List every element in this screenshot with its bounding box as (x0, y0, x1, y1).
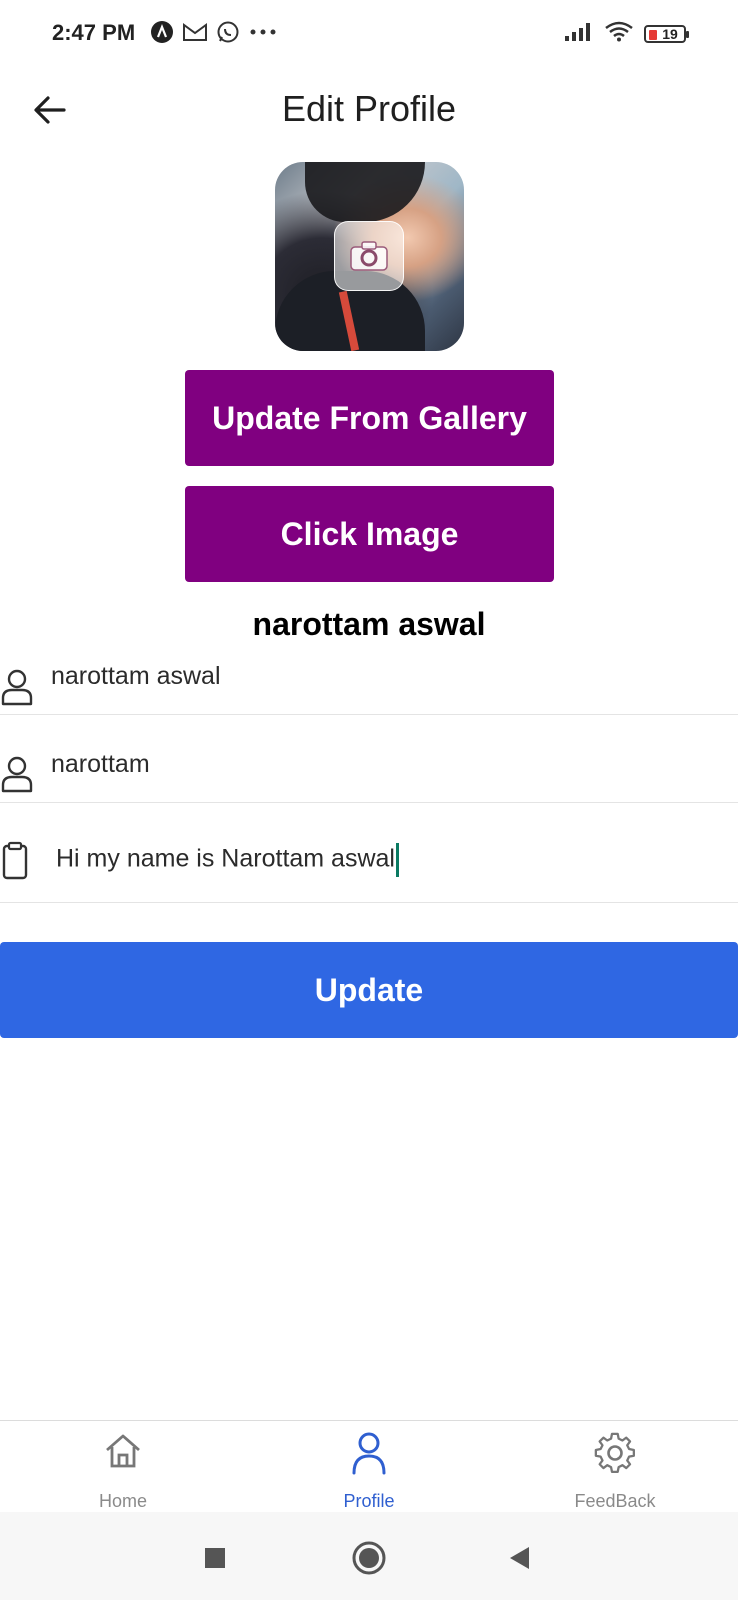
nav-item-home[interactable]: Home (0, 1421, 246, 1513)
profile-display-name: narottam aswal (252, 606, 486, 642)
bio-value-wrapper: Hi my name is Narottam aswal (56, 843, 399, 877)
username-field[interactable]: narottam (0, 715, 738, 803)
user-icon (0, 755, 34, 798)
update-from-gallery-button[interactable]: Update From Gallery (185, 370, 554, 466)
user-icon (0, 668, 34, 711)
gmail-icon (182, 21, 208, 48)
more-dots-icon (248, 20, 278, 49)
circle-icon (352, 1541, 386, 1575)
triangle-back-icon (510, 1547, 529, 1569)
gear-icon (492, 1431, 738, 1475)
nav-label-feedback: FeedBack (574, 1491, 656, 1511)
square-icon (205, 1548, 225, 1568)
status-time: 2:47 PM (52, 20, 136, 45)
system-navigation-bar (0, 1512, 738, 1600)
home-system-button[interactable] (349, 1538, 389, 1578)
bottom-navigation: Home Profile FeedBack (0, 1420, 738, 1513)
profile-avatar[interactable] (275, 162, 464, 351)
camera-icon (350, 241, 388, 271)
click-image-button[interactable]: Click Image (185, 486, 554, 582)
back-system-button[interactable] (500, 1538, 540, 1578)
whatsapp-icon (216, 20, 240, 49)
assistant-icon (150, 20, 174, 49)
username-value: narottam (51, 750, 150, 778)
nav-item-feedback[interactable]: FeedBack (492, 1421, 738, 1513)
home-icon (0, 1431, 246, 1471)
text-cursor (395, 843, 399, 877)
nav-label-profile: Profile (343, 1491, 395, 1511)
avatar-photo-hair (305, 162, 425, 222)
app-header: Edit Profile (0, 66, 738, 154)
status-bar: 2:47 PM 19 (0, 0, 738, 66)
update-button[interactable]: Update (0, 942, 738, 1038)
battery-level: 19 (662, 25, 678, 42)
bio-field[interactable]: Hi my name is Narottam aswal (0, 803, 738, 903)
battery-icon: 19 (644, 24, 689, 43)
notification-icons (150, 20, 278, 49)
full-name-value: narottam aswal (51, 662, 221, 690)
change-photo-button[interactable] (334, 221, 404, 291)
profile-icon (246, 1431, 492, 1475)
full-name-field[interactable]: narottam aswal (0, 642, 738, 715)
recents-button[interactable] (195, 1538, 235, 1578)
wifi-icon (604, 20, 634, 47)
nav-item-profile[interactable]: Profile (246, 1421, 492, 1513)
bio-value: Hi my name is Narottam aswal (56, 844, 395, 873)
system-status-icons: 19 (564, 20, 689, 47)
signal-icon (564, 20, 594, 47)
clipboard-icon (0, 841, 30, 886)
page-title: Edit Profile (281, 88, 457, 129)
nav-label-home: Home (98, 1491, 147, 1511)
